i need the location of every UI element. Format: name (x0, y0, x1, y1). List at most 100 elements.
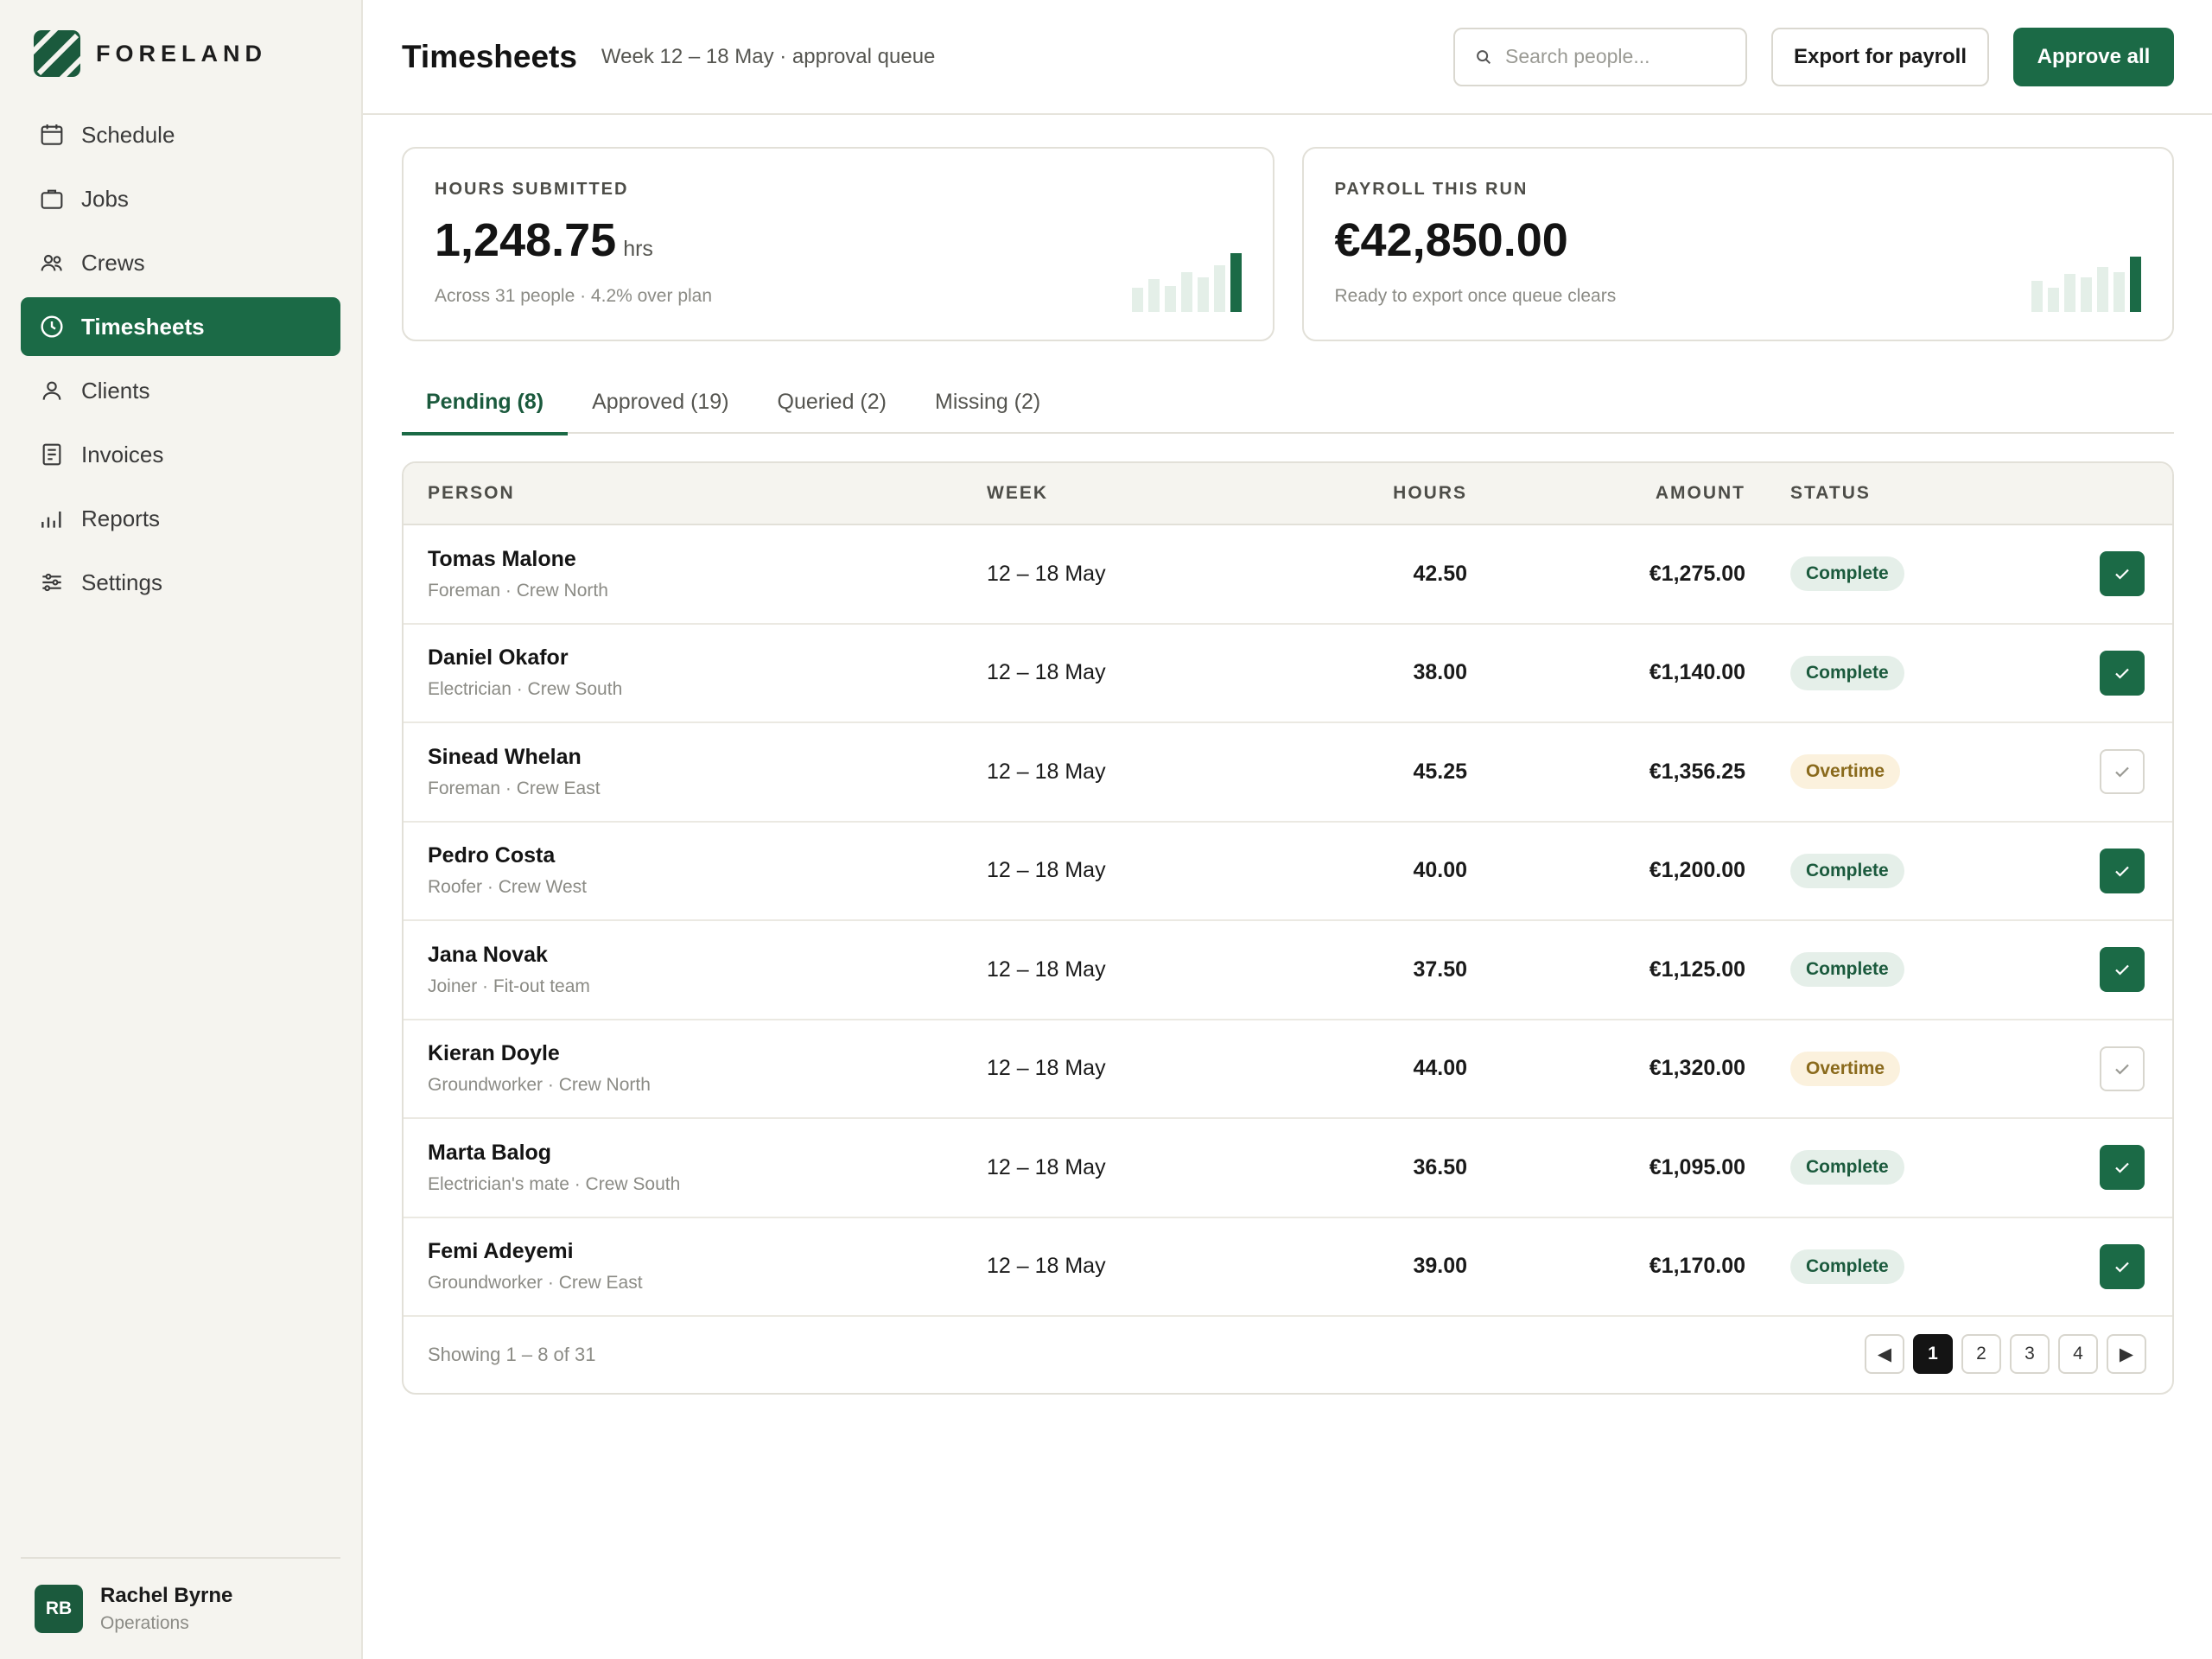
status-badge: Complete (1790, 655, 1904, 690)
search-icon (1477, 49, 1491, 64)
spark-bar (2048, 288, 2059, 312)
hours-cell: 40.00 (1413, 858, 1467, 883)
person-name[interactable]: Pedro Costa (428, 843, 587, 868)
table-row[interactable]: Jana Novak Joiner · Fit-out team 12 – 18 M… (404, 921, 2172, 1020)
search-box[interactable] (1453, 27, 1747, 86)
sidebar-item-timesheets[interactable]: Timesheets (21, 297, 340, 356)
table-row[interactable]: Daniel Okafor Electrician · Crew South 12 … (404, 625, 2172, 723)
header-hours[interactable]: HOURS (1393, 483, 1467, 504)
document-icon (42, 443, 61, 466)
main-content: Timesheets Week 12 – 18 May · approval q… (363, 0, 2212, 1659)
person-role: Joiner · Fit-out team (428, 976, 590, 996)
next-page-button[interactable]: ▶ (2107, 1334, 2146, 1374)
table-row[interactable]: Sinead Whelan Foreman · Crew East 12 – 18 … (404, 723, 2172, 823)
hours-cell: 36.50 (1413, 1154, 1467, 1179)
spark-bar (1197, 277, 1209, 312)
person-role: Electrician's mate · Crew South (428, 1173, 681, 1194)
approve-checkbox[interactable] (2100, 947, 2145, 993)
amount-cell: €1,125.00 (1649, 957, 1745, 982)
spark-bar (1164, 286, 1176, 312)
approve-checkbox[interactable] (2100, 650, 2145, 696)
table-row[interactable]: Pedro Costa Roofer · Crew West 12 – 18 May… (404, 823, 2172, 921)
export-payroll-button[interactable]: Export for payroll (1771, 27, 1989, 86)
person-role: Foreman · Crew North (428, 580, 608, 601)
striped-square-logo (34, 30, 80, 77)
search-input[interactable] (1505, 45, 1721, 68)
person-name[interactable]: Jana Novak (428, 943, 590, 968)
week-cell: 12 – 18 May (987, 1254, 1106, 1279)
tab-missing[interactable]: Missing (2) (911, 370, 1065, 434)
approve-checkbox[interactable] (2100, 749, 2145, 795)
approve-all-button[interactable]: Approve all (2013, 27, 2174, 86)
prev-page-button[interactable]: ◀ (1865, 1334, 1904, 1374)
header-amount[interactable]: AMOUNT (1656, 483, 1745, 504)
hours-cell: 39.00 (1413, 1254, 1467, 1279)
user-name: Rachel Byrne (100, 1584, 233, 1607)
page-4-button[interactable]: 4 (2058, 1334, 2098, 1374)
person-icon (42, 381, 61, 400)
week-cell: 12 – 18 May (987, 957, 1106, 982)
person-name[interactable]: Sinead Whelan (428, 745, 601, 770)
spark-bar (2081, 277, 2092, 312)
header-status[interactable]: STATUS (1790, 483, 1871, 504)
hours-card-label: HOURS SUBMITTED (435, 180, 629, 199)
page-2-button[interactable]: 2 (1961, 1334, 2001, 1374)
sidebar-item-invoices[interactable]: Invoices (21, 425, 340, 484)
page-1-button[interactable]: 1 (1913, 1334, 1953, 1374)
brand[interactable]: FORELAND (34, 30, 267, 77)
brand-name: FORELAND (96, 40, 267, 67)
tab-approved[interactable]: Approved (19) (568, 370, 753, 434)
calendar-icon (41, 124, 63, 145)
tab-queried[interactable]: Queried (2) (753, 370, 911, 434)
sidebar-item-label: Clients (81, 377, 150, 404)
hours-cell: 38.00 (1413, 660, 1467, 685)
table-body: Tomas Malone Foreman · Crew North 12 – 18 … (404, 525, 2172, 1317)
checkmark-icon (2115, 1262, 2129, 1273)
status-badge: Complete (1790, 556, 1904, 592)
person-cell: Femi Adeyemi Groundworker · Crew East (428, 1239, 643, 1294)
sidebar-item-clients[interactable]: Clients (21, 361, 340, 420)
tab-pending[interactable]: Pending (8) (402, 370, 569, 435)
spark-bar (2031, 281, 2043, 312)
spark-bar (1147, 279, 1160, 312)
sidebar-item-settings[interactable]: Settings (21, 553, 340, 612)
approve-checkbox[interactable] (2100, 1145, 2145, 1191)
table-row[interactable]: Marta Balog Electrician's mate · Crew Sou… (404, 1119, 2172, 1218)
table-row[interactable]: Femi Adeyemi Groundworker · Crew East 12 –… (404, 1218, 2172, 1317)
sliders-icon (42, 573, 61, 592)
sidebar-item-reports[interactable]: Reports (21, 489, 340, 548)
sidebar-item-jobs[interactable]: Jobs (21, 169, 340, 228)
payroll-sparkline (2031, 251, 2141, 312)
spark-bar (1213, 265, 1225, 312)
sidebar: FORELAND Schedule Jobs Crews Timesheets … (0, 0, 363, 1659)
person-name[interactable]: Tomas Malone (428, 547, 608, 572)
sidebar-item-schedule[interactable]: Schedule (21, 105, 340, 164)
briefcase-icon (41, 189, 63, 209)
summary-cards: HOURS SUBMITTED 1,248.75 hrs Across 31 pe… (402, 147, 2174, 341)
table-row[interactable]: Kieran Doyle Groundworker · Crew North 12 … (404, 1020, 2172, 1119)
person-name[interactable]: Marta Balog (428, 1141, 680, 1166)
hours-cell: 37.50 (1413, 957, 1467, 982)
checkmark-icon (2115, 1162, 2129, 1173)
page-3-button[interactable]: 3 (2010, 1334, 2050, 1374)
person-name[interactable]: Daniel Okafor (428, 645, 622, 671)
status-badge: Complete (1790, 853, 1904, 888)
avatar: RB (35, 1585, 83, 1633)
approve-checkbox[interactable] (2100, 1243, 2145, 1289)
checkmark-icon (2115, 964, 2129, 976)
checkmark-icon (2115, 1064, 2129, 1075)
header-person[interactable]: PERSON (428, 483, 515, 504)
person-cell: Daniel Okafor Electrician · Crew South (428, 645, 622, 700)
header-week[interactable]: WEEK (987, 483, 1048, 504)
user-profile[interactable]: RB Rachel Byrne Operations (21, 1557, 340, 1659)
approve-checkbox[interactable] (2100, 848, 2145, 893)
status-cell: Complete (1790, 853, 1904, 888)
sidebar-item-label: Schedule (81, 121, 175, 148)
table-row[interactable]: Tomas Malone Foreman · Crew North 12 – 18 … (404, 525, 2172, 625)
person-name[interactable]: Kieran Doyle (428, 1041, 651, 1066)
status-badge: Complete (1790, 1249, 1904, 1284)
approve-checkbox[interactable] (2100, 551, 2145, 597)
sidebar-item-crews[interactable]: Crews (21, 233, 340, 292)
person-name[interactable]: Femi Adeyemi (428, 1239, 643, 1264)
approve-checkbox[interactable] (2100, 1046, 2145, 1091)
